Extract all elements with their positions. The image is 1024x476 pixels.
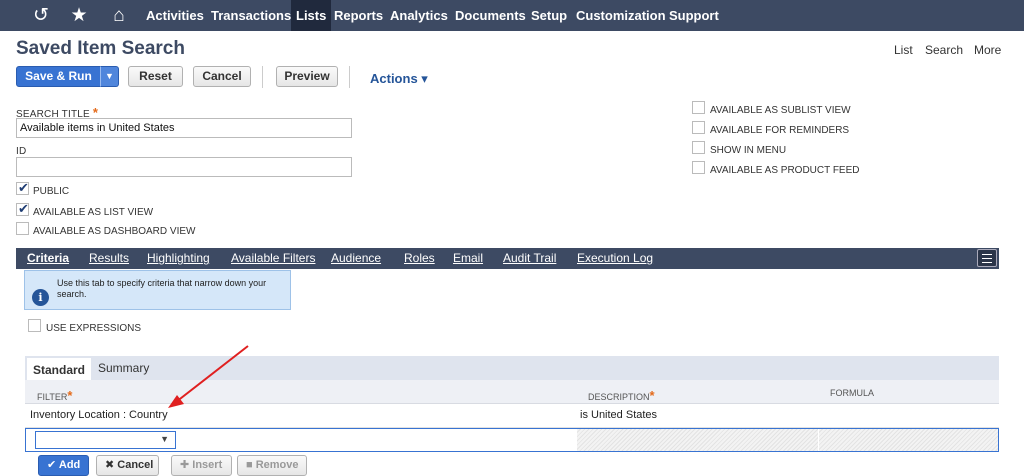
column-header-filter-text: FILTER bbox=[37, 392, 68, 402]
column-header-filter: FILTER* bbox=[37, 388, 72, 403]
top-navigation-bar: ↺ ★ ⌂ Activities Transactions Lists Repo… bbox=[0, 0, 1024, 31]
show-in-menu-checkbox[interactable] bbox=[692, 141, 705, 154]
tab-menu-icon[interactable] bbox=[977, 249, 997, 267]
id-label: ID bbox=[16, 146, 27, 157]
available-as-list-view-label: AVAILABLE AS LIST VIEW bbox=[33, 207, 154, 218]
reset-button[interactable]: Reset bbox=[128, 66, 183, 87]
tab-results[interactable]: Results bbox=[89, 248, 129, 269]
chevron-down-icon: ▼ bbox=[160, 434, 169, 444]
home-icon[interactable]: ⌂ bbox=[107, 4, 131, 27]
criteria-subtabs: Standard Summary bbox=[25, 356, 999, 380]
checkmark-icon: ✔ bbox=[18, 180, 29, 195]
close-icon: ✖ bbox=[105, 459, 115, 471]
formula-cell-disabled bbox=[819, 429, 998, 451]
tab-audit-trail[interactable]: Audit Trail bbox=[503, 248, 556, 269]
description-cell: is United States bbox=[580, 409, 658, 421]
available-as-sublist-view-label: AVAILABLE AS SUBLIST VIEW bbox=[710, 105, 851, 116]
tab-email[interactable]: Email bbox=[453, 248, 483, 269]
insert-button-label: Insert bbox=[192, 459, 223, 471]
check-icon: ✔ bbox=[47, 459, 57, 471]
required-asterisk-icon: * bbox=[67, 388, 73, 403]
page-title: Saved Item Search bbox=[16, 38, 185, 59]
plus-icon: ✚ bbox=[180, 459, 190, 471]
subtab-summary[interactable]: Summary bbox=[98, 356, 149, 380]
criteria-grid-header: FILTER* DESCRIPTION* FORMULA bbox=[25, 380, 999, 404]
tooltip-text: Use this tab to specify criteria that na… bbox=[57, 278, 267, 299]
criteria-help-tooltip: i Use this tab to specify criteria that … bbox=[24, 270, 291, 310]
available-as-product-feed-label: AVAILABLE AS PRODUCT FEED bbox=[710, 165, 860, 176]
remove-button-label: Remove bbox=[255, 459, 299, 471]
save-run-dropdown-icon[interactable]: ▼ bbox=[100, 66, 119, 87]
column-header-formula: FORMULA bbox=[830, 388, 875, 398]
id-input[interactable] bbox=[16, 157, 352, 177]
description-cell-disabled bbox=[577, 429, 818, 451]
nav-item-customization[interactable]: Customization bbox=[571, 0, 671, 31]
more-link[interactable]: More bbox=[974, 43, 1001, 57]
available-for-reminders-checkbox[interactable] bbox=[692, 121, 705, 134]
available-as-dashboard-view-label: AVAILABLE AS DASHBOARD VIEW bbox=[33, 226, 196, 237]
search-title-input[interactable]: Available items in United States bbox=[16, 118, 352, 138]
filter-select[interactable]: ▼ bbox=[35, 431, 176, 449]
tab-roles[interactable]: Roles bbox=[404, 248, 435, 269]
preview-button[interactable]: Preview bbox=[276, 66, 338, 87]
table-row[interactable]: Inventory Location : Country is United S… bbox=[25, 404, 999, 428]
nav-item-setup[interactable]: Setup bbox=[526, 0, 572, 31]
trash-icon: ■ bbox=[246, 459, 253, 471]
list-link[interactable]: List bbox=[894, 43, 913, 57]
toolbar-divider bbox=[262, 66, 263, 88]
show-in-menu-label: SHOW IN MENU bbox=[710, 145, 787, 156]
available-as-dashboard-view-checkbox[interactable] bbox=[16, 222, 29, 235]
save-run-button[interactable]: Save & Run bbox=[16, 66, 101, 87]
column-header-description-text: DESCRIPTION bbox=[588, 392, 650, 402]
tab-criteria[interactable]: Criteria bbox=[27, 248, 69, 269]
new-criteria-row[interactable]: ▼ bbox=[25, 428, 999, 452]
tab-highlighting[interactable]: Highlighting bbox=[147, 248, 210, 269]
nav-item-lists[interactable]: Lists bbox=[291, 0, 332, 31]
history-icon[interactable]: ↺ bbox=[29, 4, 53, 27]
use-expressions-label: USE EXPRESSIONS bbox=[46, 323, 142, 334]
nav-item-analytics[interactable]: Analytics bbox=[385, 0, 453, 31]
available-as-list-view-checkbox[interactable]: ✔ bbox=[16, 201, 29, 216]
info-icon: i bbox=[32, 289, 49, 306]
nav-item-documents[interactable]: Documents bbox=[450, 0, 531, 31]
search-tabs: Criteria Results Highlighting Available … bbox=[16, 248, 999, 269]
nav-item-activities[interactable]: Activities bbox=[141, 0, 209, 31]
column-header-description: DESCRIPTION* bbox=[588, 388, 655, 403]
filter-cell: Inventory Location : Country bbox=[30, 409, 168, 421]
search-link[interactable]: Search bbox=[925, 43, 963, 57]
available-as-product-feed-checkbox[interactable] bbox=[692, 161, 705, 174]
star-icon[interactable]: ★ bbox=[67, 4, 91, 27]
toolbar-divider bbox=[349, 66, 350, 88]
row-cancel-button[interactable]: ✖ Cancel bbox=[96, 455, 159, 476]
available-for-reminders-label: AVAILABLE FOR REMINDERS bbox=[710, 125, 850, 136]
nav-item-support[interactable]: Support bbox=[664, 0, 724, 31]
subtab-standard[interactable]: Standard bbox=[27, 356, 92, 380]
tab-audience[interactable]: Audience bbox=[331, 248, 381, 269]
required-asterisk-icon: * bbox=[649, 388, 655, 403]
nav-item-transactions[interactable]: Transactions bbox=[206, 0, 296, 31]
add-button-label: Add bbox=[58, 459, 81, 471]
available-as-sublist-view-checkbox[interactable] bbox=[692, 101, 705, 114]
add-button[interactable]: ✔ Add bbox=[38, 455, 89, 476]
actions-menu[interactable]: Actions ▾ bbox=[370, 71, 428, 87]
remove-button[interactable]: ■ Remove bbox=[237, 455, 307, 476]
tab-execution-log[interactable]: Execution Log bbox=[577, 248, 653, 269]
nav-item-reports[interactable]: Reports bbox=[329, 0, 388, 31]
public-label: PUBLIC bbox=[33, 186, 70, 197]
cancel-button[interactable]: Cancel bbox=[193, 66, 251, 87]
checkmark-icon: ✔ bbox=[18, 201, 29, 216]
tab-available-filters[interactable]: Available Filters bbox=[231, 248, 315, 269]
use-expressions-checkbox[interactable] bbox=[28, 319, 41, 332]
row-cancel-button-label: Cancel bbox=[117, 459, 154, 471]
public-checkbox[interactable]: ✔ bbox=[16, 180, 29, 195]
insert-button[interactable]: ✚ Insert bbox=[171, 455, 232, 476]
